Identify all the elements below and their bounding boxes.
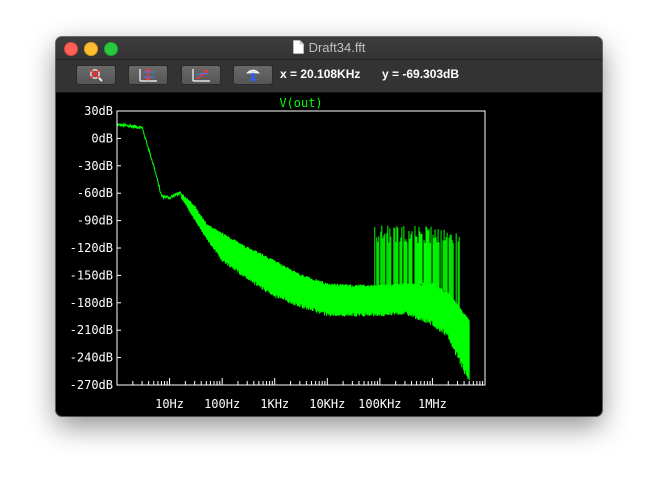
x-tick-label: 10KHz [309, 397, 345, 411]
y-tick-label: 0dB [91, 131, 113, 145]
x-tick-label: 100Hz [204, 397, 240, 411]
x-axis-labels: 10Hz 100Hz 1KHz 10KHz 100KHz 1MHz [155, 397, 447, 411]
y-tick-label: -180dB [70, 296, 113, 310]
x-tick-label: 10Hz [155, 397, 184, 411]
y-tick-label: 30dB [84, 104, 113, 118]
y-tick-label: -120dB [70, 241, 113, 255]
y-tick-label: -90dB [77, 214, 113, 228]
y-tick-label: -60dB [77, 186, 113, 200]
x-tick-label: 1MHz [418, 397, 447, 411]
fft-plot[interactable]: V(out) 30dB 0dB -30dB -60dB -90dB -120dB -150d… [56, 37, 602, 416]
y-axis-labels: 30dB 0dB -30dB -60dB -90dB -120dB -150dB -180dB… [70, 104, 113, 392]
y-tick-label: -30dB [77, 159, 113, 173]
y-tick-label: -240dB [70, 351, 113, 365]
fft-window: Draft34.fft x = 20.108KHz y = -69.303dB … [56, 37, 602, 416]
x-tick-label: 100KHz [358, 397, 401, 411]
y-tick-label: -210dB [70, 323, 113, 337]
y-tick-label: -150dB [70, 268, 113, 282]
y-tick-label: -270dB [70, 378, 113, 392]
trace-vout [116, 121, 470, 381]
trace-label[interactable]: V(out) [279, 96, 322, 110]
x-tick-label: 1KHz [260, 397, 289, 411]
